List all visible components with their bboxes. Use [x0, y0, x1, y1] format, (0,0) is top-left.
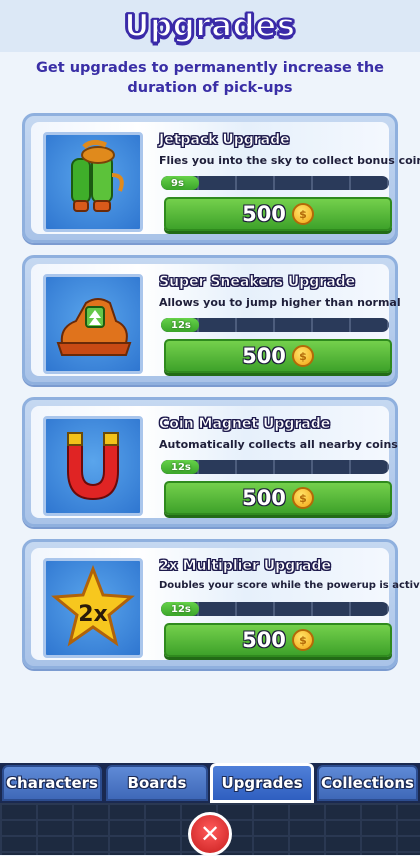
card-inner: Coin Magnet Upgrade Automatically collec…	[31, 406, 398, 518]
card-inner: Super Sneakers Upgrade Allows you to jum…	[31, 264, 401, 376]
coin-icon: $	[291, 203, 314, 225]
progress-fill-label: 12s	[161, 460, 199, 474]
buy-upgrade-button[interactable]: 500 $	[164, 197, 392, 231]
buy-upgrade-button[interactable]: 500 $	[164, 339, 392, 373]
price-label: 500	[242, 628, 286, 652]
card-inner: 2x 2x Multiplier Upgrade Doubles your sc…	[31, 548, 420, 660]
upgrade-description: Automatically collects all nearby coins	[159, 438, 398, 451]
close-icon: ✕	[199, 820, 221, 848]
tab-characters[interactable]: Characters	[2, 765, 102, 801]
price-label: 500	[242, 344, 286, 368]
card-inner: Jetpack Upgrade Flies you into the sky t…	[31, 122, 420, 234]
coin-icon: $	[291, 345, 314, 367]
page-title: Upgrades	[123, 7, 296, 45]
tab-bar: Characters Boards Upgrades Collections	[0, 763, 420, 803]
progress-fill-label: 9s	[161, 176, 199, 190]
upgrade-progress-bar: 12s	[161, 460, 389, 474]
progress-fill-label: 12s	[161, 602, 199, 616]
tab-collections[interactable]: Collections	[317, 765, 418, 801]
upgrade-card-magnet: Coin Magnet Upgrade Automatically collec…	[22, 397, 398, 527]
upgrade-title: 2x Multiplier Upgrade	[159, 558, 332, 575]
upgrade-card-multiplier: 2x 2x Multiplier Upgrade Doubles your sc…	[22, 539, 420, 669]
upgrade-description: Doubles your score while the powerup is …	[159, 580, 420, 591]
star-2x-text: 2x	[78, 602, 108, 627]
upgrade-title: Super Sneakers Upgrade	[159, 274, 356, 291]
price-label: 500	[242, 486, 286, 510]
close-button[interactable]: ✕	[188, 812, 232, 856]
upgrade-description: Allows you to jump higher than normal	[159, 296, 401, 309]
tab-boards[interactable]: Boards	[106, 765, 208, 801]
star-2x-icon: 2x	[43, 558, 143, 658]
upgrade-card-jetpack: Jetpack Upgrade Flies you into the sky t…	[22, 113, 420, 243]
buy-upgrade-button[interactable]: 500 $	[164, 623, 392, 657]
upgrade-title: Coin Magnet Upgrade	[159, 416, 331, 433]
sneakers-icon	[43, 274, 143, 374]
page-subtitle: Get upgrades to permanently increase the…	[36, 60, 384, 96]
tab-upgrades[interactable]: Upgrades	[210, 763, 314, 803]
upgrade-progress-bar: 12s	[161, 318, 389, 332]
jetpack-icon	[43, 132, 143, 232]
upgrade-title: Jetpack Upgrade	[159, 132, 290, 149]
price-label: 500	[242, 202, 286, 226]
coin-icon: $	[291, 487, 314, 509]
upgrade-card-sneakers: Super Sneakers Upgrade Allows you to jum…	[22, 255, 401, 385]
magnet-icon	[43, 416, 143, 516]
upgrade-progress-bar: 9s	[161, 176, 389, 190]
buy-upgrade-button[interactable]: 500 $	[164, 481, 392, 515]
coin-icon: $	[291, 629, 314, 651]
upgrade-progress-bar: 12s	[161, 602, 389, 616]
progress-fill-label: 12s	[161, 318, 199, 332]
header-bar: Upgrades	[0, 0, 420, 52]
upgrade-description: Flies you into the sky to collect bonus …	[159, 154, 420, 167]
